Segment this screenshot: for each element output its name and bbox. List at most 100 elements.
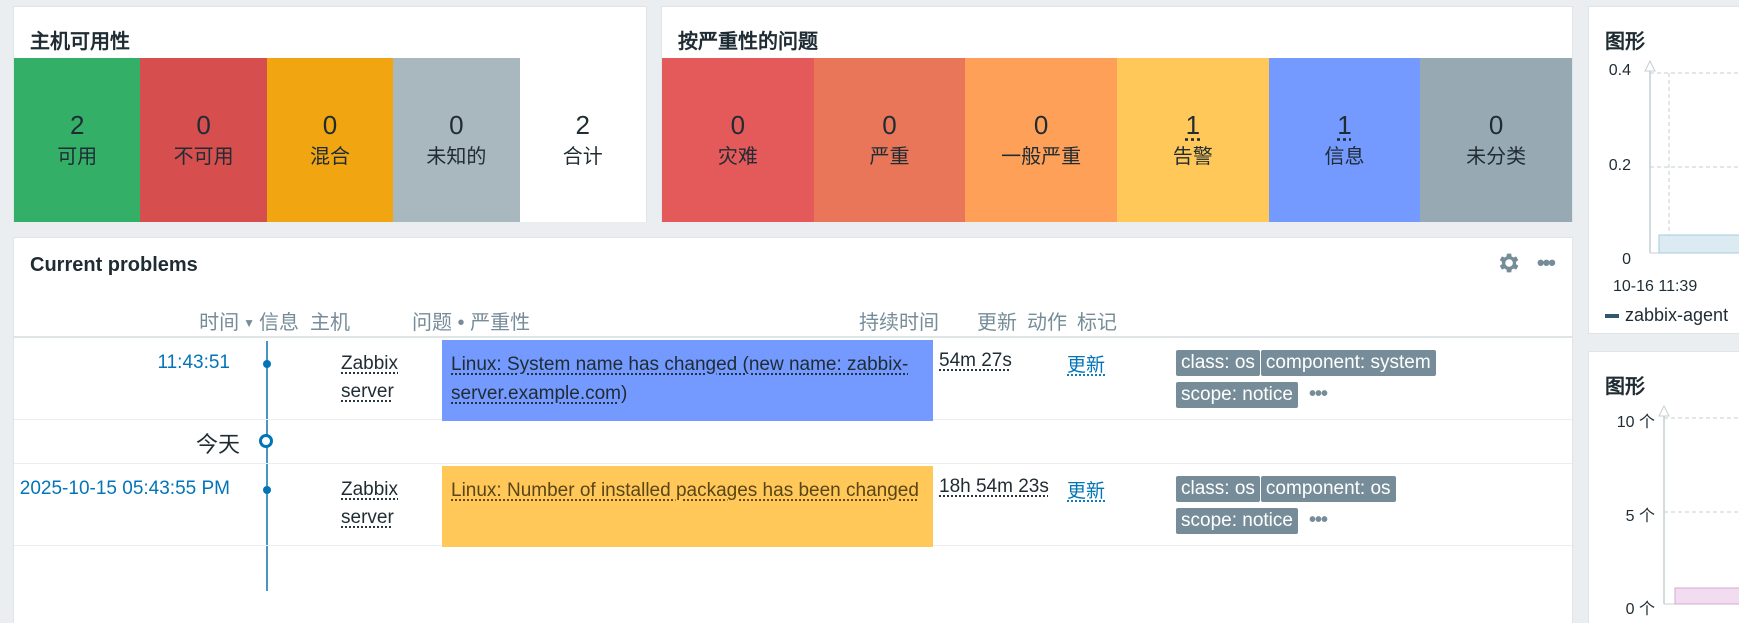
- update-link[interactable]: 更新: [1067, 476, 1105, 503]
- host-count: 2: [575, 110, 590, 140]
- tag-list: class: os component: system scope: notice •…: [1176, 350, 1476, 414]
- problem-cell[interactable]: Linux: Number of installed packages has …: [442, 466, 933, 547]
- more-tags-icon[interactable]: •••: [1309, 382, 1328, 406]
- host-availability-cell: 0 未知的: [393, 58, 520, 222]
- host-status-label: 不可用: [173, 146, 234, 168]
- duration-link[interactable]: 54m 27s: [939, 350, 1012, 372]
- problem-time-link[interactable]: 11:43:51: [157, 352, 230, 374]
- host-availability-cells: 2 可用 0 不可用 0 混合 0 未知的 2 合计: [14, 58, 646, 222]
- host-count: 0: [322, 110, 338, 140]
- host-count: 0: [449, 110, 464, 140]
- widget-title: 按严重性的问题: [678, 31, 818, 53]
- host-status-label: 合计: [562, 146, 603, 168]
- y-tick-label: 0: [1622, 251, 1631, 268]
- severity-cell[interactable]: 1 告警: [1116, 58, 1269, 222]
- duration-link[interactable]: 18h 54m 23s: [939, 476, 1049, 498]
- severity-cells: 0 灾难 0 严重 0 一般严重 1 告警 1 信息 0 未分类: [662, 58, 1572, 222]
- host-availability-cell: 2 可用: [14, 58, 141, 222]
- current-problems-widget: Current problems ••• 时间 ▼ 信息 主机 问题 • 严重性 …: [13, 237, 1573, 623]
- problem-cell[interactable]: Linux: System name has changed (new name…: [442, 340, 933, 421]
- widget-header-actions: •••: [1495, 250, 1556, 276]
- severity-cell: 0 灾难: [662, 58, 814, 222]
- problems-by-severity-widget: 按严重性的问题 0 灾难 0 严重 0 一般严重 1 告警 1 信息 0 未分类: [661, 6, 1573, 222]
- host-status-label: 未知的: [426, 146, 487, 168]
- graph-widget: 图形 0.4 0.2 0 10-16 11:39 zabbix-agent: [1588, 6, 1739, 334]
- today-separator-row: 今天: [14, 420, 1572, 464]
- problem-name-link[interactable]: Linux: System name has changed (new name…: [451, 354, 908, 404]
- host-status-label: 混合: [309, 146, 350, 168]
- host-availability-cell: 2 合计: [519, 58, 646, 222]
- problems-table-header: 时间 ▼ 信息 主机 问题 • 严重性 持续时间 更新 动作 标记: [14, 298, 1572, 338]
- today-label: 今天: [195, 432, 240, 457]
- column-header-host: 主机: [310, 312, 350, 334]
- host-link[interactable]: Zabbix server: [341, 350, 398, 406]
- legend-label: zabbix-agent: [1625, 305, 1729, 325]
- sort-desc-icon: ▼: [243, 316, 255, 330]
- graph-widget: 图形 10 个 5 个 0 个: [1588, 351, 1739, 623]
- column-header-problem: 问题 • 严重性: [412, 312, 531, 334]
- y-axis-arrow: [1644, 59, 1656, 72]
- severity-count: 0: [1488, 110, 1504, 140]
- host-count: 0: [196, 110, 211, 140]
- column-header-update: 更新: [977, 312, 1017, 334]
- severity-cell: 0 严重: [813, 58, 966, 222]
- timeline-dot: [263, 486, 271, 494]
- severity-label: 一般严重: [1001, 146, 1082, 168]
- y-tick-label: 10 个: [1616, 414, 1655, 431]
- y-axis-arrow: [1658, 404, 1670, 417]
- tag-badge[interactable]: component: os: [1260, 476, 1396, 502]
- severity-count: 0: [730, 110, 746, 140]
- tag-list: class: os component: os scope: notice •••: [1176, 476, 1476, 540]
- host-status-label: 可用: [57, 146, 98, 168]
- severity-label: 未分类: [1466, 146, 1527, 168]
- tag-badge[interactable]: scope: notice: [1176, 382, 1298, 408]
- severity-cell[interactable]: 1 信息: [1268, 58, 1421, 222]
- tag-badge[interactable]: class: os: [1176, 350, 1260, 376]
- problem-time-link[interactable]: 2025-10-15 05:43:55 PM: [20, 478, 230, 500]
- severity-label: 信息: [1324, 146, 1365, 168]
- column-header-time[interactable]: 时间 ▼: [199, 306, 255, 335]
- column-header-tags: 标记: [1077, 312, 1117, 334]
- severity-count[interactable]: 1: [1186, 109, 1200, 141]
- y-tick-label: 0 个: [1625, 601, 1655, 618]
- host-count: 2: [69, 110, 85, 140]
- y-tick-label: 5 个: [1625, 508, 1655, 525]
- severity-cell: 0 未分类: [1420, 58, 1572, 222]
- update-link[interactable]: 更新: [1067, 350, 1105, 377]
- column-header-info: 信息: [259, 312, 299, 334]
- severity-count[interactable]: 1: [1337, 109, 1351, 141]
- legend-swatch: [1605, 313, 1619, 318]
- y-tick-label: 0.2: [1608, 157, 1631, 174]
- column-header-actions: 动作: [1027, 312, 1067, 334]
- tag-badge[interactable]: component: system: [1260, 350, 1436, 376]
- tag-badge[interactable]: scope: notice: [1176, 508, 1298, 534]
- host-availability-cell: 0 混合: [266, 58, 394, 222]
- host-availability-cell: 0 不可用: [140, 58, 267, 222]
- y-tick-label: 0.4: [1608, 62, 1631, 79]
- more-tags-icon[interactable]: •••: [1309, 508, 1328, 532]
- widget-title: Current problems: [30, 254, 198, 276]
- severity-cell: 0 一般严重: [965, 58, 1117, 222]
- table-row: 2025-10-15 05:43:55 PM Zabbix server Lin…: [14, 464, 1572, 547]
- severity-count: 0: [882, 110, 897, 140]
- host-availability-widget: 主机可用性 2 可用 0 不可用 0 混合 0 未知的 2 合计: [13, 6, 647, 222]
- severity-label: 灾难: [717, 146, 758, 168]
- severity-count: 0: [1033, 110, 1049, 140]
- severity-label: 告警: [1172, 146, 1213, 168]
- today-marker: [259, 434, 273, 448]
- graph-area-fill: [1674, 587, 1739, 605]
- host-link[interactable]: Zabbix server: [341, 476, 398, 532]
- tag-badge[interactable]: class: os: [1176, 476, 1260, 502]
- graph-legend: zabbix-agent: [1605, 305, 1728, 326]
- timeline-dot: [263, 360, 271, 368]
- gear-icon[interactable]: [1495, 250, 1521, 276]
- widget-title: 主机可用性: [30, 31, 130, 53]
- x-tick-label: 10-16 11:39: [1613, 278, 1698, 295]
- problem-name-link[interactable]: Linux: Number of installed packages has …: [451, 480, 919, 501]
- graph-plot: [1658, 404, 1739, 605]
- table-row: 11:43:51 Zabbix server Linux: System nam…: [14, 338, 1572, 421]
- severity-label: 严重: [869, 146, 910, 168]
- column-header-duration: 持续时间: [859, 312, 939, 334]
- graph-area-fill: [1658, 234, 1739, 254]
- more-options-icon[interactable]: •••: [1537, 250, 1556, 276]
